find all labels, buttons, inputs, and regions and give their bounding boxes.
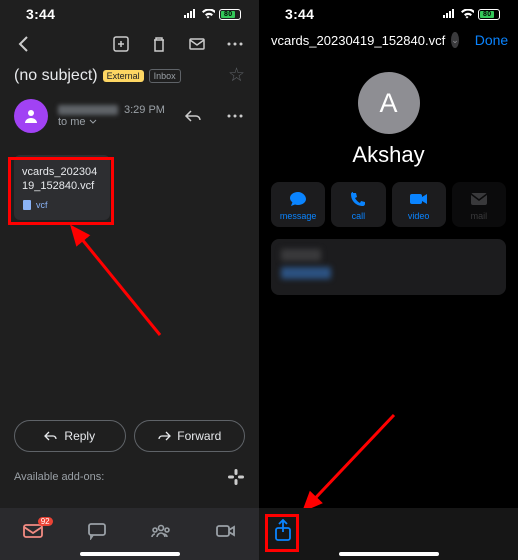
status-bar: 3:44 80 <box>0 0 259 26</box>
done-button[interactable]: Done <box>475 32 508 48</box>
video-action[interactable]: video <box>392 182 446 227</box>
vcf-attachment[interactable]: vcards_20230419_152840.vcf vcf <box>14 155 110 220</box>
forward-button[interactable]: Forward <box>134 420 246 452</box>
time: 3:44 <box>285 6 314 22</box>
time: 3:44 <box>26 6 55 22</box>
nav-meet[interactable] <box>215 523 237 539</box>
external-badge: External <box>103 70 144 82</box>
star-icon[interactable]: ☆ <box>228 64 245 87</box>
contact-avatar[interactable]: A <box>358 72 420 134</box>
reply-button[interactable]: Reply <box>14 420 126 452</box>
nav-chat[interactable] <box>87 522 107 540</box>
recipient[interactable]: to me <box>58 116 173 128</box>
slack-icon[interactable] <box>227 468 245 486</box>
archive-icon[interactable] <box>111 34 131 54</box>
nav-spaces[interactable] <box>150 523 172 539</box>
message-action[interactable]: message <box>271 182 325 227</box>
arrow-to-attachment <box>60 215 170 345</box>
mail-action: mail <box>452 182 506 227</box>
inbox-badge: Inbox <box>149 69 181 83</box>
call-action[interactable]: call <box>331 182 385 227</box>
sender-avatar[interactable] <box>14 99 48 133</box>
nav-mail[interactable]: 92 <box>22 522 44 540</box>
home-indicator[interactable] <box>80 552 180 556</box>
contact-name: Akshay <box>259 142 518 168</box>
status-bar-right: 3:44 80 <box>259 0 518 26</box>
sender-name: 3:29 PM <box>58 104 173 116</box>
back-icon[interactable] <box>14 34 34 54</box>
status-icons: 80 <box>183 9 241 20</box>
chevron-down-icon[interactable]: ⌄ <box>451 32 459 48</box>
email-toolbar <box>0 26 259 62</box>
contact-info-card[interactable] <box>271 239 506 295</box>
addons-row: Available add-ons: <box>0 456 259 498</box>
file-name: vcards_20230419_152840.vcf <box>271 33 445 48</box>
email-subject: (no subject) External Inbox <box>14 67 181 85</box>
mail-icon[interactable] <box>187 34 207 54</box>
home-indicator[interactable] <box>339 552 439 556</box>
reply-icon[interactable] <box>183 106 203 126</box>
delete-icon[interactable] <box>149 34 169 54</box>
share-icon[interactable] <box>273 519 293 543</box>
more-icon[interactable] <box>225 34 245 54</box>
more-sender-icon[interactable] <box>225 106 245 126</box>
